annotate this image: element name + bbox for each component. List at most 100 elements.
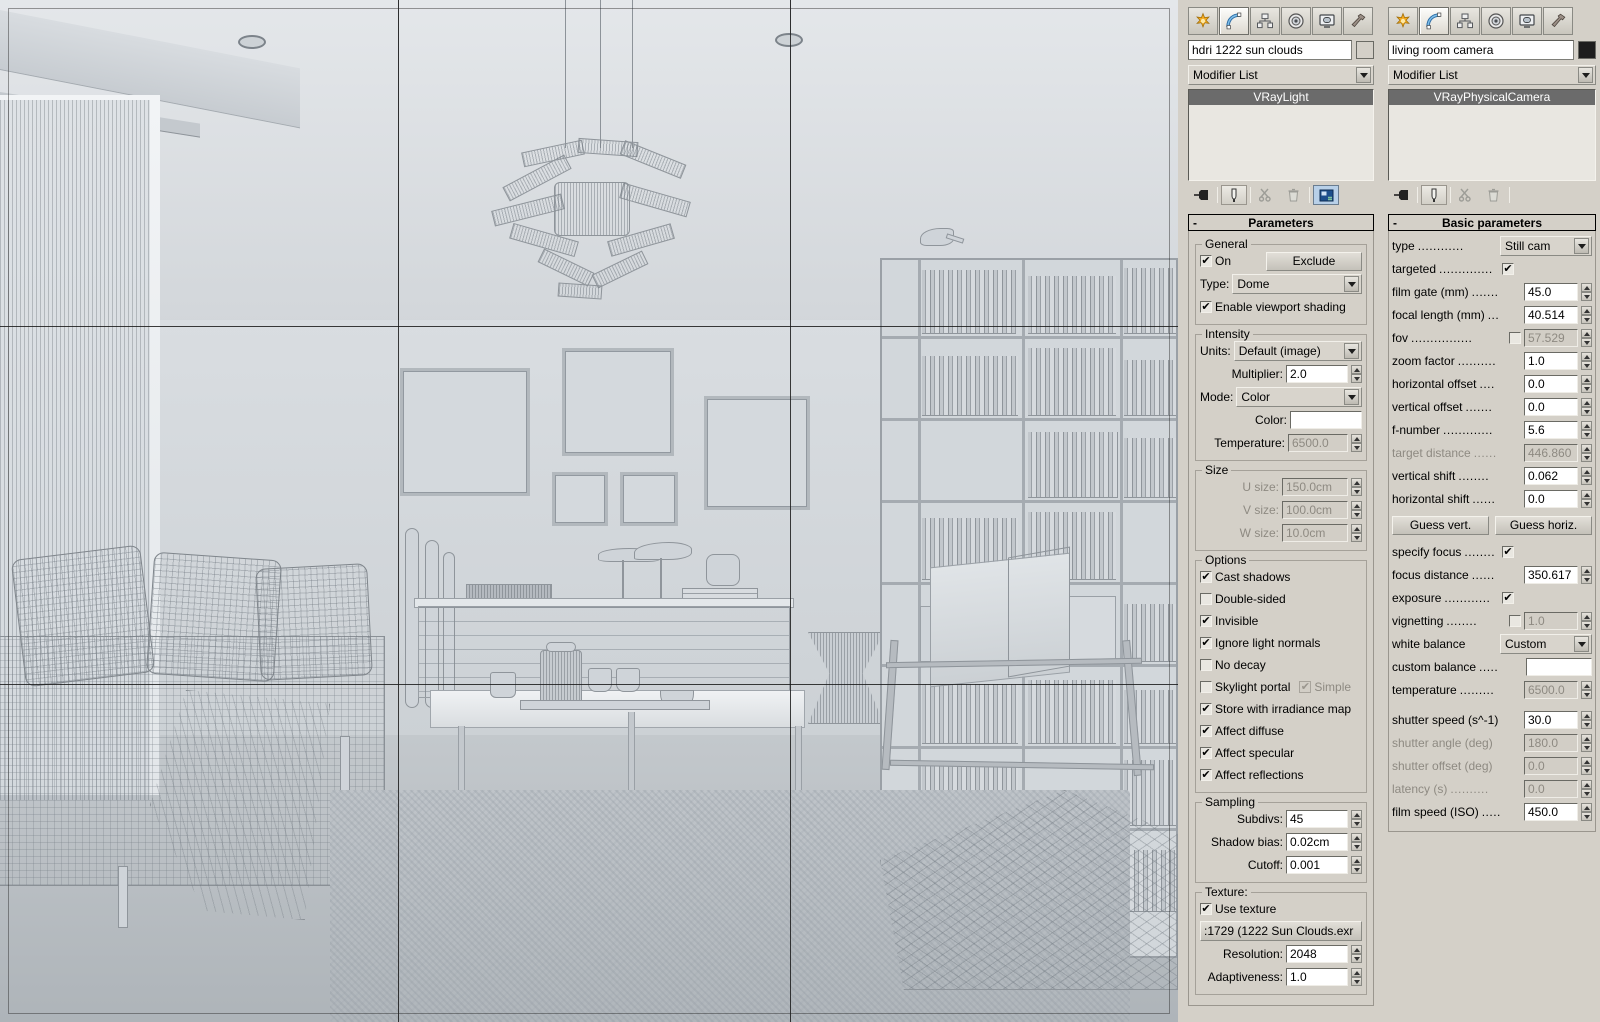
show-end-result-icon[interactable]: [1421, 185, 1447, 205]
camera-modifier-stack[interactable]: VRayPhysicalCamera: [1388, 89, 1596, 181]
horizontal-shift-spinner[interactable]: [1581, 490, 1592, 508]
fov-field[interactable]: 57.529: [1524, 329, 1578, 347]
multiplier-spinner[interactable]: [1351, 365, 1362, 383]
chevron-down-icon[interactable]: [1356, 67, 1371, 83]
affect-reflections-checkbox[interactable]: ✔: [1200, 769, 1212, 781]
collapse-icon[interactable]: -: [1193, 216, 1197, 230]
vignetting-field[interactable]: 1.0: [1524, 612, 1578, 630]
hierarchy-tab[interactable]: [1450, 7, 1480, 35]
simple-checkbox[interactable]: ✔: [1299, 681, 1311, 693]
create-tab[interactable]: [1188, 7, 1218, 35]
chevron-down-icon[interactable]: [1574, 636, 1589, 652]
zoom-factor-field[interactable]: 1.0: [1524, 352, 1578, 370]
render-viewport[interactable]: [0, 0, 1178, 1022]
target-distance-field[interactable]: 446.860: [1524, 444, 1578, 462]
texture-map-button[interactable]: :1729 (1222 Sun Clouds.exr: [1200, 921, 1362, 941]
exposure-checkbox[interactable]: ✔: [1502, 592, 1514, 604]
specify-focus-checkbox[interactable]: ✔: [1502, 546, 1514, 558]
vignetting-spinner[interactable]: [1581, 612, 1592, 630]
chevron-down-icon[interactable]: [1574, 238, 1589, 254]
utilities-tab[interactable]: [1543, 7, 1573, 35]
multiplier-field[interactable]: 2.0: [1286, 365, 1348, 383]
resolution-field[interactable]: 2048: [1286, 945, 1348, 963]
camera-temperature-field[interactable]: 6500.0: [1524, 681, 1578, 699]
light-modifier-list-combo[interactable]: Modifier List: [1188, 65, 1374, 85]
affect-diffuse-checkbox[interactable]: ✔: [1200, 725, 1212, 737]
vignetting-checkbox[interactable]: ✔: [1509, 615, 1521, 627]
f-number-spinner[interactable]: [1581, 421, 1592, 439]
modify-tab[interactable]: [1419, 7, 1449, 35]
white-balance-combo[interactable]: Custom: [1500, 634, 1592, 654]
focal-length-field[interactable]: 40.514: [1524, 306, 1578, 324]
affect-specular-checkbox[interactable]: ✔: [1200, 747, 1212, 759]
stack-entry-vraylight[interactable]: VRayLight: [1189, 90, 1373, 105]
double-sided-checkbox[interactable]: ✔: [1200, 593, 1212, 605]
temperature-spinner[interactable]: [1351, 434, 1362, 452]
hierarchy-tab[interactable]: [1250, 7, 1280, 35]
resolution-spinner[interactable]: [1351, 945, 1362, 963]
zoom-factor-spinner[interactable]: [1581, 352, 1592, 370]
adaptiveness-field[interactable]: 1.0: [1286, 968, 1348, 986]
film-gate-spinner[interactable]: [1581, 283, 1592, 301]
make-unique-icon[interactable]: [1454, 185, 1480, 205]
light-parameters-header[interactable]: - Parameters: [1188, 214, 1374, 231]
focus-distance-field[interactable]: 350.617: [1524, 566, 1578, 584]
u-size-field[interactable]: 150.0cm: [1282, 478, 1348, 496]
horizontal-shift-field[interactable]: 0.0: [1524, 490, 1578, 508]
w-size-spinner[interactable]: [1351, 524, 1362, 542]
vertical-offset-field[interactable]: 0.0: [1524, 398, 1578, 416]
shutter-speed-field[interactable]: 30.0: [1524, 711, 1578, 729]
subdivs-field[interactable]: 45: [1286, 810, 1348, 828]
vertical-shift-spinner[interactable]: [1581, 467, 1592, 485]
shutter-angle-spinner[interactable]: [1581, 734, 1592, 752]
chevron-down-icon[interactable]: [1578, 67, 1593, 83]
light-color-swatch-field[interactable]: [1290, 411, 1362, 429]
camera-type-combo[interactable]: Still cam: [1500, 236, 1592, 256]
latency-field[interactable]: 0.0: [1524, 780, 1578, 798]
remove-modifier-icon[interactable]: [1280, 185, 1306, 205]
w-size-field[interactable]: 10.0cm: [1282, 524, 1348, 542]
guess-vert-button[interactable]: Guess vert.: [1392, 516, 1489, 535]
camera-temperature-spinner[interactable]: [1581, 681, 1592, 699]
u-size-spinner[interactable]: [1351, 478, 1362, 496]
display-tab[interactable]: [1512, 7, 1542, 35]
configure-modifier-sets-icon[interactable]: [1513, 185, 1539, 205]
mode-combo[interactable]: Color: [1236, 387, 1362, 407]
units-combo[interactable]: Default (image): [1234, 341, 1362, 361]
motion-tab[interactable]: [1481, 7, 1511, 35]
temperature-field[interactable]: 6500.0: [1288, 434, 1348, 452]
no-decay-checkbox[interactable]: ✔: [1200, 659, 1212, 671]
target-distance-spinner[interactable]: [1581, 444, 1592, 462]
custom-balance-swatch[interactable]: [1526, 658, 1592, 676]
on-checkbox[interactable]: ✔: [1200, 255, 1212, 267]
camera-color-swatch[interactable]: [1578, 41, 1596, 59]
collapse-icon[interactable]: -: [1393, 216, 1397, 230]
pin-stack-icon[interactable]: [1388, 185, 1414, 205]
vertical-shift-field[interactable]: 0.062: [1524, 467, 1578, 485]
light-type-combo[interactable]: Dome: [1232, 274, 1362, 294]
store-with-irradiance-map-checkbox[interactable]: ✔: [1200, 703, 1212, 715]
show-end-result-icon[interactable]: [1221, 185, 1247, 205]
pin-stack-icon[interactable]: [1188, 185, 1214, 205]
invisible-checkbox[interactable]: ✔: [1200, 615, 1212, 627]
horizontal-offset-field[interactable]: 0.0: [1524, 375, 1578, 393]
motion-tab[interactable]: [1281, 7, 1311, 35]
light-name-field[interactable]: hdri 1222 sun clouds: [1188, 40, 1352, 60]
vertical-offset-spinner[interactable]: [1581, 398, 1592, 416]
modify-tab[interactable]: [1219, 7, 1249, 35]
adaptiveness-spinner[interactable]: [1351, 968, 1362, 986]
use-texture-checkbox[interactable]: ✔: [1200, 903, 1212, 915]
chevron-down-icon[interactable]: [1344, 389, 1359, 405]
configure-modifier-sets-icon[interactable]: [1313, 185, 1339, 205]
camera-basic-parameters-header[interactable]: - Basic parameters: [1388, 214, 1596, 231]
skylight-portal-checkbox[interactable]: ✔: [1200, 681, 1212, 693]
fov-spinner[interactable]: [1581, 329, 1592, 347]
cast-shadows-checkbox[interactable]: ✔: [1200, 571, 1212, 583]
shadow-bias-spinner[interactable]: [1351, 833, 1362, 851]
shutter-speed-spinner[interactable]: [1581, 711, 1592, 729]
cutoff-field[interactable]: 0.001: [1286, 856, 1348, 874]
stack-entry-vrayphysicalcamera[interactable]: VRayPhysicalCamera: [1389, 90, 1595, 105]
targeted-checkbox[interactable]: ✔: [1502, 263, 1514, 275]
light-modifier-stack[interactable]: VRayLight: [1188, 89, 1374, 181]
ignore-light-normals-checkbox[interactable]: ✔: [1200, 637, 1212, 649]
